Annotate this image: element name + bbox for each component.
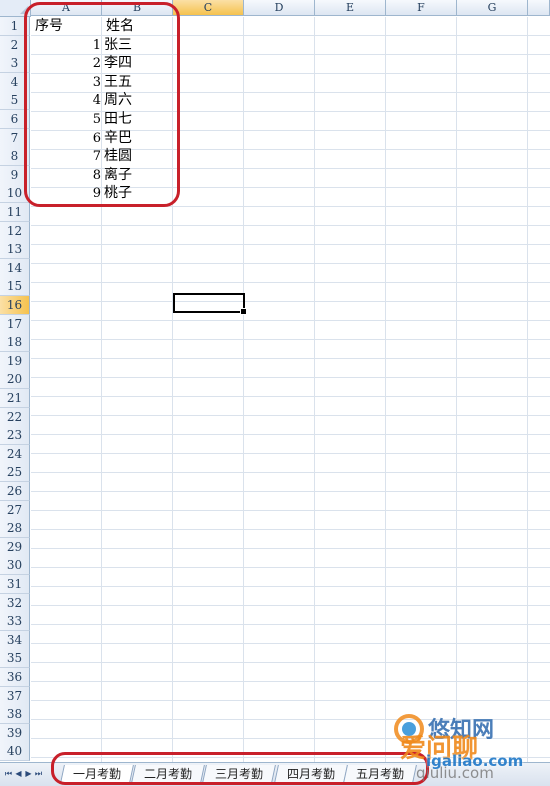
row-header-30[interactable]: 30 bbox=[0, 556, 30, 576]
row-header-32[interactable]: 32 bbox=[0, 593, 30, 613]
row-header-28[interactable]: 28 bbox=[0, 519, 30, 539]
row-header-29[interactable]: 29 bbox=[0, 537, 30, 557]
column-header-c[interactable]: C bbox=[173, 0, 244, 16]
row-header-14[interactable]: 14 bbox=[0, 258, 30, 278]
row-header-25[interactable]: 25 bbox=[0, 463, 30, 483]
row-header-23[interactable]: 23 bbox=[0, 426, 30, 446]
row-header-37[interactable]: 37 bbox=[0, 686, 30, 706]
row-header-19[interactable]: 19 bbox=[0, 351, 30, 371]
row-header-35[interactable]: 35 bbox=[0, 649, 30, 669]
row-header-12[interactable]: 12 bbox=[0, 221, 30, 241]
row-header-18[interactable]: 18 bbox=[0, 333, 30, 353]
spreadsheet-area: ABCDEFG 1 2 3 4 5 6 7 8 9 10 11 12 13 14 15 16 17 18 19 20 2… bbox=[0, 0, 550, 762]
column-header-d[interactable]: D bbox=[244, 0, 315, 16]
row-header-38[interactable]: 38 bbox=[0, 705, 30, 725]
row-header-40[interactable]: 40 bbox=[0, 742, 30, 762]
row-header-13[interactable]: 13 bbox=[0, 240, 30, 260]
row-header-20[interactable]: 20 bbox=[0, 370, 30, 390]
last-sheet-icon[interactable]: ⏭ bbox=[34, 768, 43, 780]
row-header-22[interactable]: 22 bbox=[0, 407, 30, 427]
row-header-33[interactable]: 33 bbox=[0, 612, 30, 632]
row-header-21[interactable]: 21 bbox=[0, 389, 30, 408]
annotation-box-data bbox=[24, 2, 180, 207]
row-header-11[interactable]: 11 bbox=[0, 203, 30, 222]
active-cell-c16[interactable] bbox=[173, 293, 247, 315]
row-header-36[interactable]: 36 bbox=[0, 668, 30, 687]
prev-sheet-icon[interactable]: ◀ bbox=[14, 768, 23, 780]
next-sheet-icon[interactable]: ▶ bbox=[24, 768, 33, 780]
row-header-16[interactable]: 16 bbox=[0, 296, 30, 315]
column-header-f[interactable]: F bbox=[386, 0, 457, 16]
row-header-34[interactable]: 34 bbox=[0, 630, 30, 650]
watermark: 悠知网 爱问聊 igaliao.com qiuliu.com bbox=[392, 706, 548, 782]
row-header-26[interactable]: 26 bbox=[0, 482, 30, 501]
row-header-15[interactable]: 15 bbox=[0, 277, 30, 297]
row-header-24[interactable]: 24 bbox=[0, 444, 30, 464]
annotation-box-tabs bbox=[51, 752, 429, 785]
column-header-filler bbox=[528, 0, 550, 16]
column-header-g[interactable]: G bbox=[457, 0, 528, 16]
watermark-text-4: qiuliu.com bbox=[416, 764, 494, 782]
row-header-39[interactable]: 39 bbox=[0, 723, 30, 743]
row-header-27[interactable]: 27 bbox=[0, 500, 30, 520]
first-sheet-icon[interactable]: ⏮ bbox=[4, 768, 13, 780]
column-header-e[interactable]: E bbox=[315, 0, 386, 16]
row-header-17[interactable]: 17 bbox=[0, 314, 30, 334]
row-header-31[interactable]: 31 bbox=[0, 575, 30, 594]
